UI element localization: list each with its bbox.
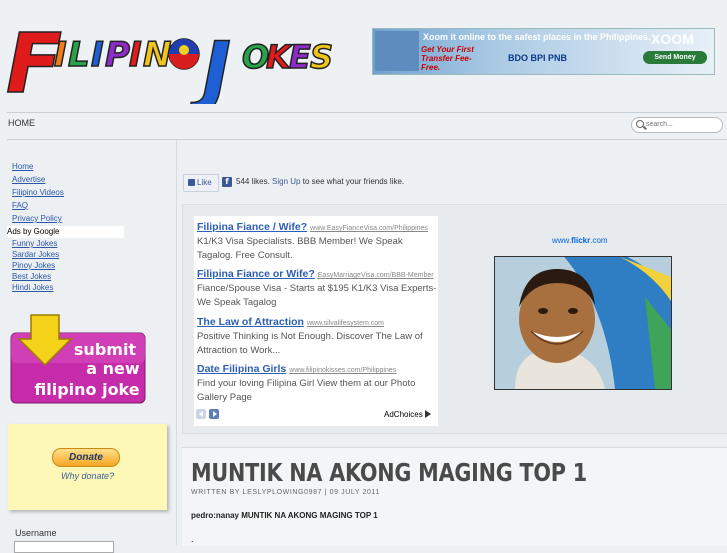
send-money-button[interactable]: Send Money [643,51,707,64]
sidebar-link-filipino-videos[interactable]: Filipino Videos [12,188,64,197]
ad-title-text[interactable]: The Law of Attraction [197,316,304,328]
donate-button[interactable]: Donate [52,448,120,467]
ad-desc-1: K1/K3 Visa Specialists. BBB Member! We S… [197,236,403,261]
ad-url[interactable]: www.silvalifesystem.com [307,320,384,327]
article-body: pedro:nanay MUNTIK NA AKONG MAGING TOP 1 [191,511,378,520]
svg-text:N: N [143,35,171,75]
ad-desc-4: Find your loving Filipina Girl View them… [197,378,416,403]
donate-note [8,424,167,510]
ad-url[interactable]: www.filipinokisses.com/Philippines [289,367,396,374]
flickr-suffix: .com [590,236,608,245]
search-icon [636,120,644,128]
submit-line2: a new [86,359,140,378]
flickr-link[interactable]: www.flickr.com [552,236,608,245]
sidebar-link-faq[interactable]: FAQ [12,201,28,210]
why-donate-link[interactable]: Why donate? [61,471,114,481]
ad-next-button[interactable] [209,409,219,419]
ad-title-3[interactable]: The Law of Attraction www.silvalifesystem… [197,316,384,328]
nav-home-link[interactable]: HOME [8,118,35,128]
submit-line3: filipino joke [34,380,139,399]
adchoices-icon [424,410,431,418]
ads-by-google-label[interactable]: Ads by Google [7,226,124,238]
search-box[interactable] [631,117,723,133]
svg-text:E: E [289,38,311,76]
ad-prev-button[interactable] [196,409,206,419]
like-count: 544 likes. [236,177,270,186]
column-divider [176,140,177,545]
flickr-photo[interactable] [494,256,672,390]
article-meta: WRITTEN BY LESLYPLOWING0987 | 09 JULY 20… [191,489,380,496]
site-logo[interactable]: F I L I P I N J O K E S [6,14,341,104]
sidebar-link-advertise[interactable]: Advertise [12,175,45,184]
banner-promo: Get Your First Transfer Fee-Free. [421,45,474,72]
ad-title-text[interactable]: Filipina Fiance / Wife? [197,221,307,233]
ad-link-sardar-jokes[interactable]: Sardar Jokes [12,250,59,259]
svg-text:P: P [105,35,130,75]
svg-text:S: S [310,38,333,76]
ad-desc-3: Positive Thinking is Not Enough. Discove… [197,331,423,356]
adchoices-label[interactable]: AdChoices [384,410,423,419]
username-field[interactable] [14,541,114,553]
submit-joke-button[interactable]: submit a new filipino joke [9,313,149,405]
thumbs-up-icon [188,179,195,186]
article-trailing: . [191,534,194,544]
facebook-icon: f [222,177,232,187]
ad-link-funny-jokes[interactable]: Funny Jokes [12,239,57,248]
banner-brand: XOOM [651,31,694,47]
ad-title-4[interactable]: Date Filipina Girls www.filipinokisses.co… [197,363,396,375]
banner-headline: Xoom it online to the safest places in t… [423,32,651,42]
adchoices-link[interactable]: AdChoices [384,410,431,419]
ad-title-text[interactable]: Filipina Fiance or Wife? [197,268,315,280]
search-input[interactable] [646,119,716,130]
submit-line1: submit [74,340,137,359]
like-count-text: 544 likes. Sign Up to see what your frie… [236,177,404,186]
svg-text:L: L [68,35,90,75]
facebook-like-button[interactable]: Like [183,174,219,192]
sidebar-link-privacy-policy[interactable]: Privacy Policy [12,214,62,223]
facebook-signup-link[interactable]: Sign Up [272,177,300,186]
banner-banks: BDO BPI PNB [508,53,568,63]
banner-people-image [375,31,419,71]
svg-text:I: I [54,35,67,75]
ad-title-2[interactable]: Filipina Fiance or Wife? EasyMarriageVisa… [197,268,434,280]
svg-text:J: J [189,27,231,104]
ad-url[interactable]: www.EasyFianceVisa.com/Philippines [310,225,428,232]
like-label: Like [197,178,212,187]
article-title[interactable]: MUNTIK NA AKONG MAGING TOP 1 [191,458,587,487]
flickr-prefix: www. [552,236,572,245]
ad-desc-2: Fiance/Spouse Visa - Starts at $195 K1/K… [197,283,437,308]
flickr-brand: flickr [571,236,591,245]
ad-title-1[interactable]: Filipina Fiance / Wife? www.EasyFianceVis… [197,221,428,233]
ad-link-pinoy-jokes[interactable]: Pinoy Jokes [12,261,55,270]
svg-text:I: I [91,35,104,75]
sidebar-link-home[interactable]: Home [12,162,33,171]
ad-link-hindi-jokes[interactable]: Hindi Jokes [12,283,53,292]
ad-url[interactable]: EasyMarriageVisa.com/BBB-Member [318,272,434,279]
banner-ad[interactable]: Xoom it online to the safest places in t… [372,28,715,75]
like-suffix: to see what your friends like. [302,177,405,186]
nav-bar [7,112,727,140]
ad-title-text[interactable]: Date Filipina Girls [197,363,286,375]
username-label: Username [15,528,57,538]
svg-text:I: I [129,35,142,75]
ad-link-best-jokes[interactable]: Best Jokes [12,272,51,281]
